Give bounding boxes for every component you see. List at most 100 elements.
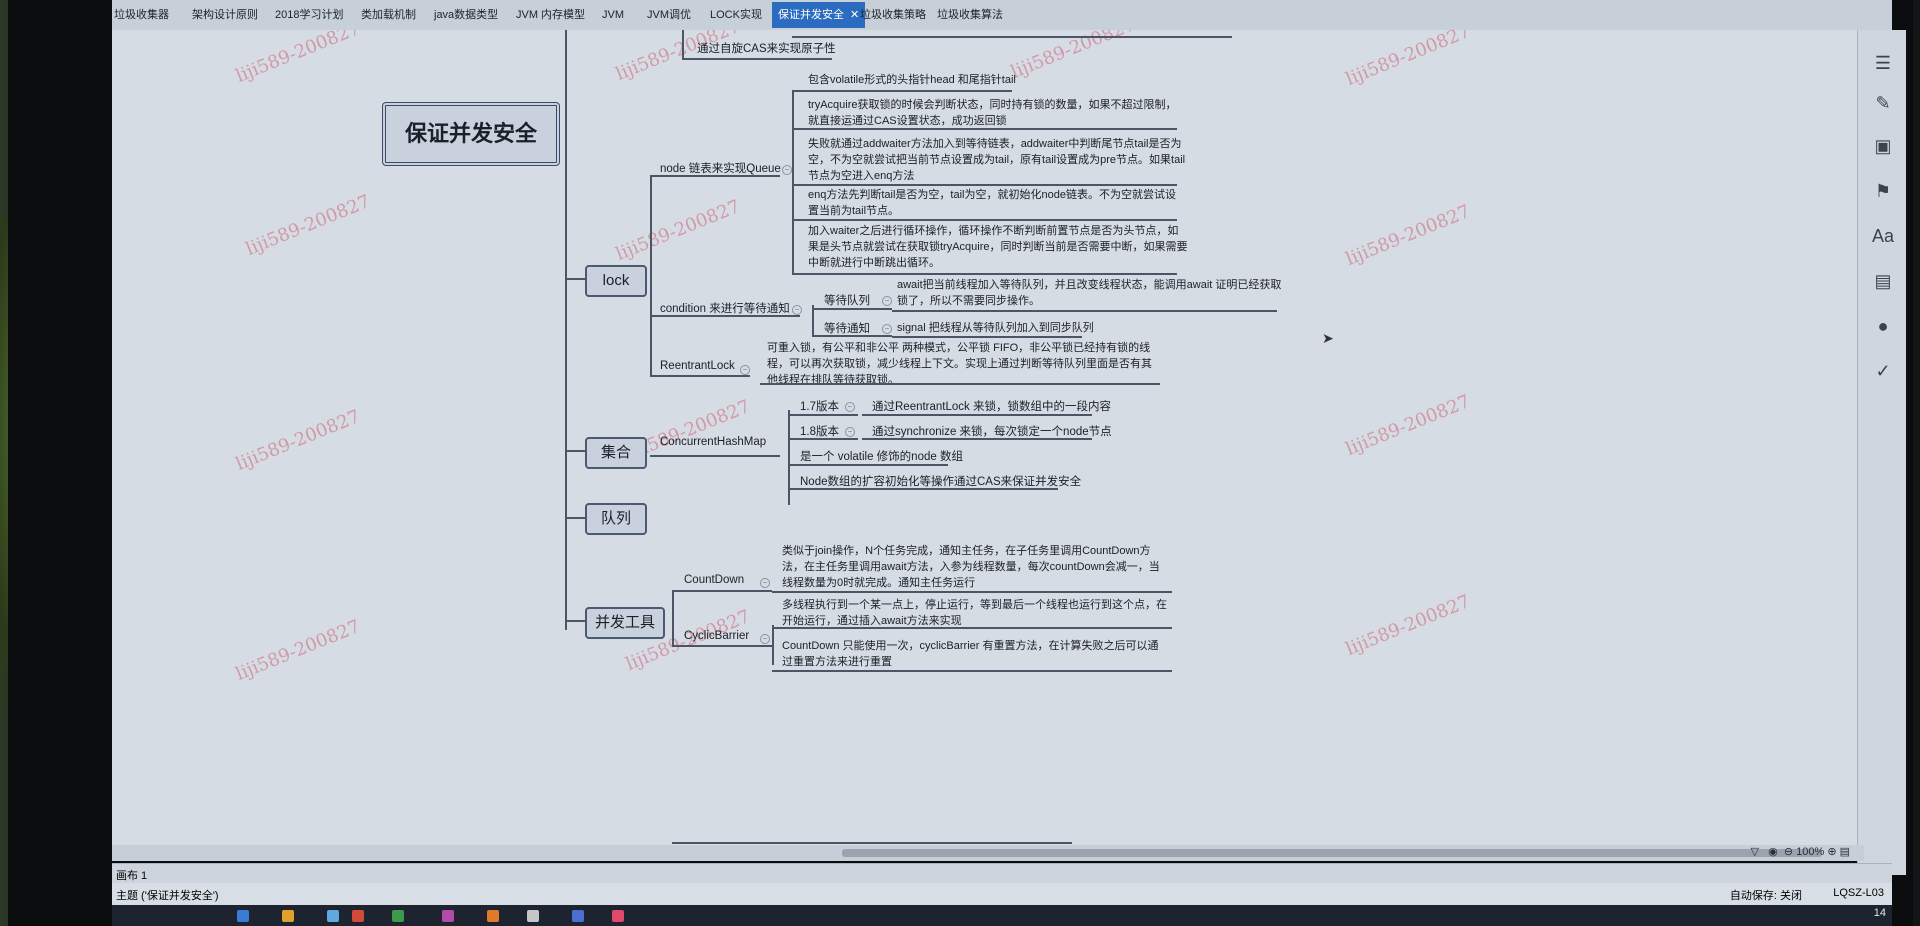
app-icon[interactable] xyxy=(572,910,584,922)
tab-item[interactable]: 类加载机制 xyxy=(361,2,416,28)
brush-icon[interactable]: ✎ xyxy=(1872,92,1894,114)
app-icon[interactable] xyxy=(392,910,404,922)
sheet-tab[interactable]: 画布 1 xyxy=(116,867,147,883)
zoom-out-button[interactable]: ⊖ xyxy=(1784,846,1793,858)
connector xyxy=(565,450,585,452)
collapse-icon[interactable]: − xyxy=(882,296,892,306)
topic-partial[interactable]: 通过自旋CAS来实现原子性 xyxy=(697,40,836,56)
detail-text[interactable]: tryAcquire获取锁的时候会判断状态，同时持有锁的数量，如果不超过限制，就… xyxy=(808,97,1183,129)
chm-version[interactable]: 1.7版本 xyxy=(800,398,839,414)
close-icon[interactable]: ✕ xyxy=(850,9,859,21)
image-icon[interactable]: ▣ xyxy=(1872,135,1894,157)
tab-item[interactable]: LOCK实现 xyxy=(710,2,762,28)
collapse-icon[interactable]: − xyxy=(760,578,770,588)
app-icon[interactable] xyxy=(612,910,624,922)
app-icon[interactable] xyxy=(282,910,294,922)
document-icon[interactable]: ▤ xyxy=(1872,270,1894,292)
connector xyxy=(565,30,567,630)
connector xyxy=(672,590,772,592)
tab-item[interactable]: java数据类型 xyxy=(434,2,498,28)
connector xyxy=(672,590,674,645)
watermark: liji589-200827 xyxy=(1342,591,1474,660)
detail-text[interactable]: CountDown 只能使用一次，cyclicBarrier 有重置方法，在计算… xyxy=(782,638,1167,670)
detail-text[interactable]: await把当前线程加入等待队列，并且改变线程状态，能调用await 证明已经获… xyxy=(897,277,1282,309)
connector xyxy=(672,645,772,647)
detail-text[interactable]: 失败就通过addwaiter方法加入到等待链表，addwaiter中判断尾节点t… xyxy=(808,136,1188,184)
status-bar: 主题 ('保证并发安全') 自动保存: 关闭 LQSZ-L03 xyxy=(112,883,1892,905)
tab-item[interactable]: JVM xyxy=(602,2,624,28)
condition-label[interactable]: 等待通知 xyxy=(824,320,870,336)
watermark: liji589-200827 xyxy=(232,406,364,475)
outline-icon[interactable]: ☰ xyxy=(1872,52,1894,74)
connector xyxy=(792,219,1177,221)
tab-item-active[interactable]: 保证并发安全 ✕ xyxy=(772,2,866,28)
tab-item[interactable]: JVM 内存模型 xyxy=(516,2,585,28)
app-icon[interactable] xyxy=(442,910,454,922)
topic-condition[interactable]: condition 来进行等待通知 xyxy=(660,300,790,316)
watermark: liji589-200827 xyxy=(1342,201,1474,270)
detail-text[interactable]: 包含volatile形式的头指针head 和尾指针tail xyxy=(808,72,1168,88)
connector xyxy=(650,455,780,457)
topic-reentrant[interactable]: ReentrantLock xyxy=(660,360,735,372)
detail-text[interactable]: Node数组的扩容初始化等操作通过CAS来保证并发安全 xyxy=(800,473,1081,489)
connector xyxy=(812,308,892,310)
branch-lock[interactable]: lock xyxy=(585,265,647,297)
comment-icon[interactable]: ● xyxy=(1872,315,1894,337)
tab-item[interactable]: JVM调优 xyxy=(647,2,691,28)
connector xyxy=(565,620,585,622)
collapse-icon[interactable]: − xyxy=(760,634,770,644)
detail-text[interactable]: enq方法先判断tail是否为空，tail为空，就初始化node链表。不为空就尝… xyxy=(808,187,1183,219)
task-icon[interactable]: ✓ xyxy=(1872,360,1894,382)
topic-chm[interactable]: ConcurrentHashMap xyxy=(660,436,766,448)
view-icon[interactable]: ◉ xyxy=(1768,846,1778,858)
tab-item[interactable]: 2018学习计划 xyxy=(275,2,343,28)
app-icon[interactable] xyxy=(352,910,364,922)
watermark: liji589-200827 xyxy=(1342,30,1474,90)
collapse-icon[interactable]: − xyxy=(782,165,792,175)
app-icon[interactable] xyxy=(327,910,339,922)
tab-item[interactable]: 垃圾收集器 xyxy=(114,2,169,28)
detail-text[interactable]: 类似于join操作，N个任务完成，通知主任务，在子任务里调用CountDown方… xyxy=(782,543,1167,591)
chm-version[interactable]: 1.8版本 xyxy=(800,423,839,439)
branch-tools[interactable]: 并发工具 xyxy=(585,607,665,639)
collapse-icon[interactable]: − xyxy=(845,402,855,412)
detail-text[interactable]: 通过ReentrantLock 来锁，锁数组中的一段内容 xyxy=(872,398,1111,414)
topic-node-queue[interactable]: node 链表来实现Queue xyxy=(660,160,781,176)
collapse-icon[interactable]: − xyxy=(740,365,750,375)
zoom-controls: ▽ ◉ ⊖ 100% ⊕ ▤ xyxy=(1750,845,1850,861)
app-icon[interactable] xyxy=(237,910,249,922)
collapse-icon[interactable]: − xyxy=(882,324,892,334)
detail-text[interactable]: 加入waiter之后进行循环操作，循环操作不断判断前置节点是否为头节点，如果是头… xyxy=(808,223,1188,271)
mindmap-canvas[interactable]: liji589-200827 liji589-200827 liji589-20… xyxy=(112,30,1864,845)
collapse-icon[interactable]: − xyxy=(845,427,855,437)
tab-item[interactable]: 垃圾收集算法 xyxy=(937,2,1003,28)
connector xyxy=(862,414,1092,416)
detail-text[interactable]: 多线程执行到一个某一点上，停止运行，等到最后一个线程也运行到这个点，在开始运行，… xyxy=(782,597,1167,629)
connector xyxy=(892,336,1082,338)
collapse-icon[interactable]: − xyxy=(792,305,802,315)
filter-icon[interactable]: ▽ xyxy=(1750,846,1758,858)
detail-text[interactable]: 是一个 volatile 修饰的node 数组 xyxy=(800,448,963,464)
fit-icon[interactable]: ▤ xyxy=(1840,846,1850,858)
condition-label[interactable]: 等待队列 xyxy=(824,292,870,308)
detail-text[interactable]: 通过synchronize 来锁，每次锁定一个node节点 xyxy=(872,423,1112,439)
tab-item[interactable]: 垃圾收集策略 xyxy=(860,2,926,28)
zoom-in-button[interactable]: ⊕ xyxy=(1827,846,1836,858)
horizontal-scrollbar[interactable] xyxy=(112,845,1864,861)
detail-text[interactable]: 可重入锁，有公平和非公平 两种模式，公平锁 FIFO，非公平锁已经持有锁的线程，… xyxy=(767,340,1152,388)
root-topic[interactable]: 保证并发安全 xyxy=(382,102,560,166)
app-icon[interactable] xyxy=(487,910,499,922)
clock: 14 xyxy=(1873,907,1886,919)
topic-countdown[interactable]: CountDown xyxy=(684,574,744,586)
autosave-status[interactable]: 自动保存: 关闭 xyxy=(1730,887,1802,903)
branch-set[interactable]: 集合 xyxy=(585,437,647,469)
connector xyxy=(760,383,1160,385)
tab-item[interactable]: 架构设计原则 xyxy=(192,2,258,28)
topic-cyclic[interactable]: CyclicBarrier xyxy=(684,630,749,642)
flag-icon[interactable]: ⚑ xyxy=(1872,180,1894,202)
app-icon[interactable] xyxy=(527,910,539,922)
text-style-icon[interactable]: Aa xyxy=(1872,225,1894,247)
branch-queue[interactable]: 队列 xyxy=(585,503,647,535)
scroll-thumb[interactable] xyxy=(842,849,1822,857)
detail-text[interactable]: signal 把线程从等待队列加入到同步队列 xyxy=(897,320,1282,336)
